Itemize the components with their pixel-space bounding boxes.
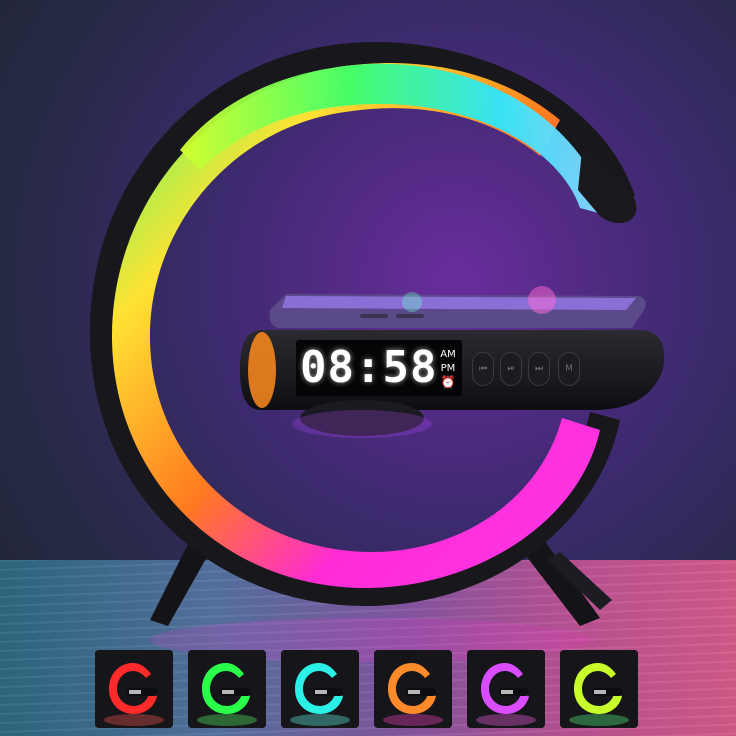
next-track-icon: ⏭ [528, 352, 550, 386]
previous-track-icon: ⏮ [472, 352, 494, 386]
am-pm-indicator: AM PM [436, 348, 460, 376]
thumbnail-4 [374, 650, 452, 728]
clock-time: 08:58 [300, 342, 438, 393]
thumbnail-1 [95, 650, 173, 728]
thumbnail-2 [188, 650, 266, 728]
thumbnail-5 [467, 650, 545, 728]
alarm-clock-icon: ⏰ [440, 375, 456, 389]
bar-end-glow [248, 332, 276, 408]
play-pause-icon: ⏯ [500, 352, 522, 386]
product-scene: 08:58 AM PM ⏰ ⏮ ⏯ ⏭ M [0, 0, 736, 736]
thumbnail-6 [560, 650, 638, 728]
color-variant-thumbnails [95, 650, 641, 728]
am-label: AM [440, 349, 456, 360]
mode-icon: M [558, 352, 580, 386]
thumbnail-3 [281, 650, 359, 728]
